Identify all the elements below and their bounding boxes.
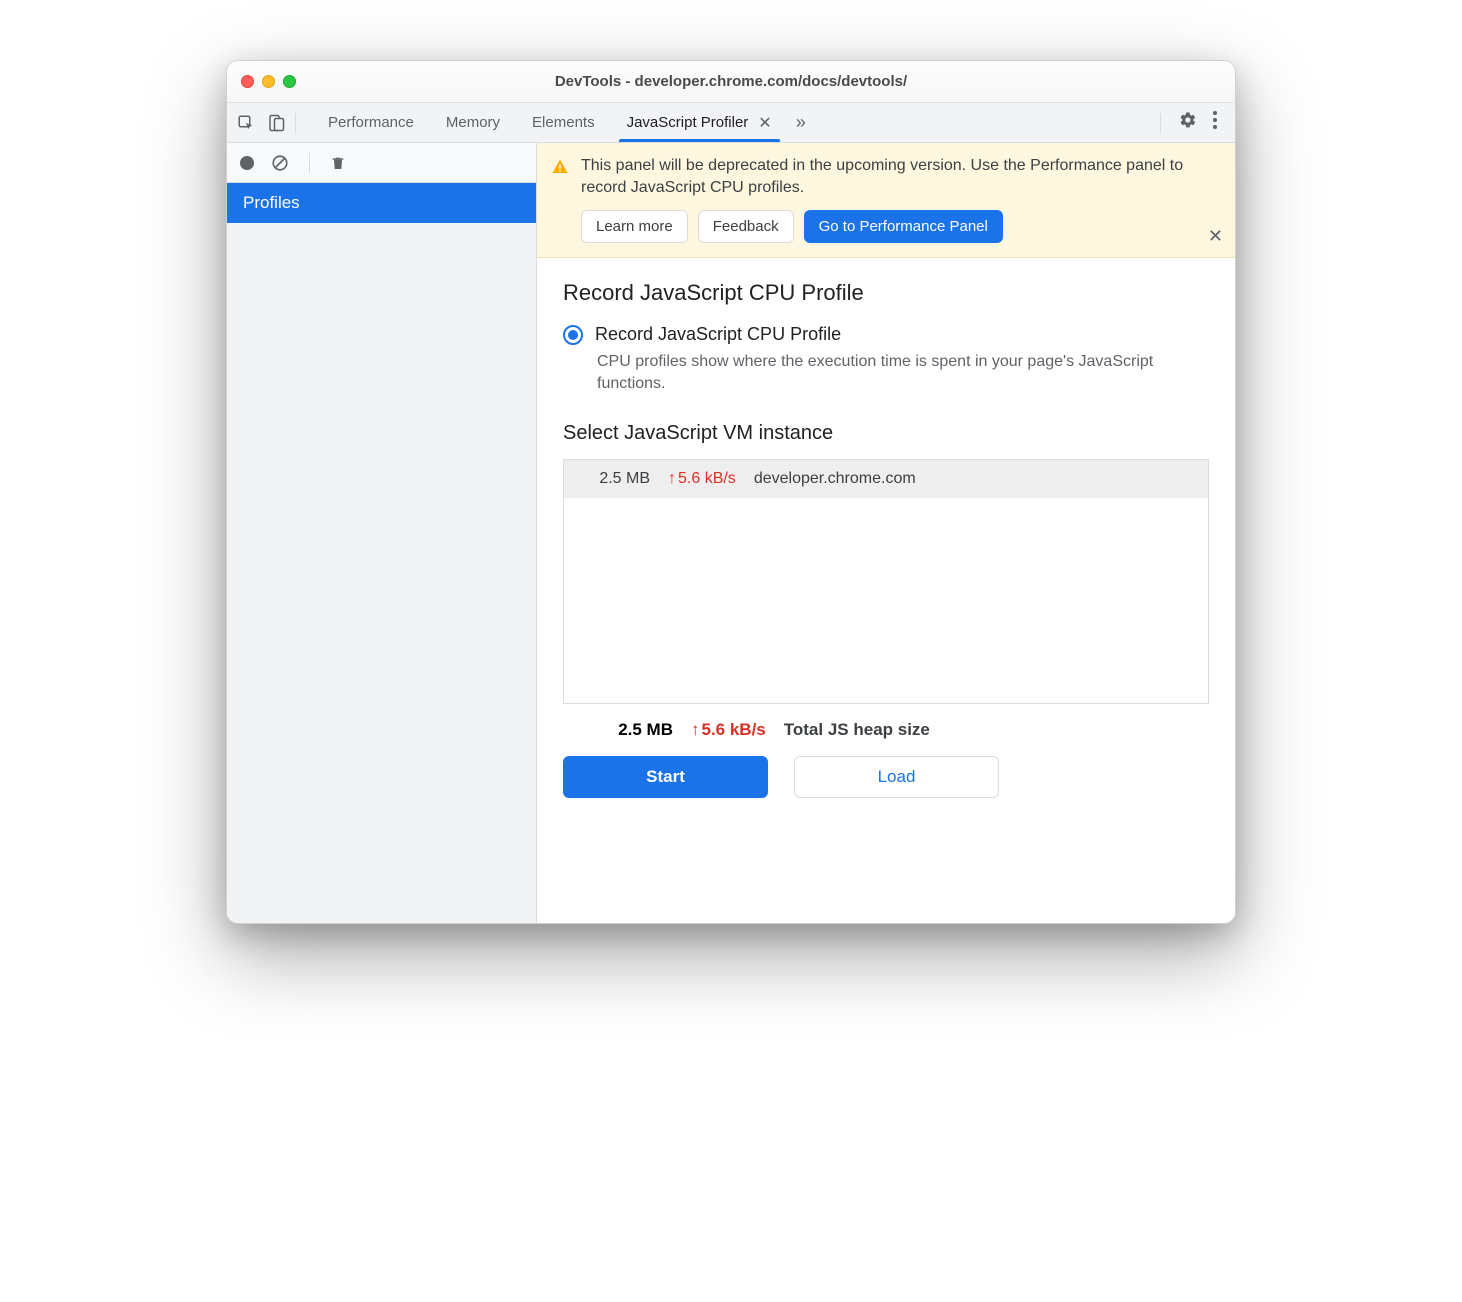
settings-icon[interactable]	[1171, 111, 1205, 134]
vm-host: developer.chrome.com	[754, 470, 916, 488]
radio-icon	[563, 325, 583, 345]
tabs: Performance Memory Elements JavaScript P…	[312, 103, 788, 142]
devtools-window: DevTools - developer.chrome.com/docs/dev…	[226, 60, 1236, 924]
minimize-window-button[interactable]	[262, 75, 275, 88]
content-area: Profiles This panel will be deprecated i…	[227, 143, 1235, 923]
sidebar-item-label: Profiles	[243, 193, 300, 212]
vm-heap-rate: ↑5.6 kB/s	[668, 470, 736, 488]
more-tabs-icon[interactable]: »	[796, 112, 806, 133]
start-button[interactable]: Start	[563, 756, 768, 798]
vm-instance-row[interactable]: 2.5 MB ↑5.6 kB/s developer.chrome.com	[564, 460, 1208, 498]
feedback-button[interactable]: Feedback	[698, 210, 794, 243]
vm-heap-size: 2.5 MB	[580, 470, 650, 488]
sidebar-toolbar	[227, 143, 536, 183]
tab-javascript-profiler[interactable]: JavaScript Profiler ✕	[611, 103, 788, 142]
sidebar: Profiles	[227, 143, 537, 923]
separator	[295, 113, 296, 133]
total-heap-label: Total JS heap size	[784, 720, 930, 740]
goto-performance-button[interactable]: Go to Performance Panel	[804, 210, 1003, 243]
titlebar: DevTools - developer.chrome.com/docs/dev…	[227, 61, 1235, 103]
radio-label: Record JavaScript CPU Profile	[595, 324, 841, 345]
clear-icon[interactable]	[271, 154, 289, 172]
banner-message: This panel will be deprecated in the upc…	[581, 155, 1195, 198]
load-button[interactable]: Load	[794, 756, 999, 798]
warning-icon	[551, 158, 569, 176]
tab-memory[interactable]: Memory	[430, 103, 516, 142]
vm-heading: Select JavaScript VM instance	[563, 422, 1209, 445]
close-window-button[interactable]	[241, 75, 254, 88]
separator	[1160, 113, 1161, 133]
up-arrow-icon: ↑	[668, 470, 676, 488]
window-title: DevTools - developer.chrome.com/docs/dev…	[227, 73, 1235, 90]
profile-type-radio[interactable]: Record JavaScript CPU Profile	[563, 324, 1209, 345]
deprecation-banner: This panel will be deprecated in the upc…	[537, 143, 1235, 258]
main-panel: This panel will be deprecated in the upc…	[537, 143, 1235, 923]
zoom-window-button[interactable]	[283, 75, 296, 88]
more-options-icon[interactable]	[1205, 111, 1225, 134]
close-tab-icon[interactable]: ✕	[758, 113, 771, 133]
record-icon[interactable]	[239, 155, 255, 171]
delete-icon[interactable]	[330, 154, 346, 172]
tab-bar: Performance Memory Elements JavaScript P…	[227, 103, 1235, 143]
learn-more-button[interactable]: Learn more	[581, 210, 688, 243]
panel-body: Record JavaScript CPU Profile Record Jav…	[537, 258, 1235, 923]
up-arrow-icon: ↑	[691, 720, 700, 740]
total-heap-size: 2.5 MB	[603, 720, 673, 740]
tab-elements[interactable]: Elements	[516, 103, 611, 142]
separator	[309, 153, 310, 173]
device-toggle-icon[interactable]	[267, 114, 285, 132]
sidebar-item-profiles[interactable]: Profiles	[227, 183, 536, 223]
total-heap-rate: ↑5.6 kB/s	[691, 720, 766, 740]
window-controls	[241, 75, 296, 88]
profile-type-description: CPU profiles show where the execution ti…	[597, 351, 1209, 394]
panel-heading: Record JavaScript CPU Profile	[563, 280, 1209, 306]
tab-performance[interactable]: Performance	[312, 103, 430, 142]
inspect-element-icon[interactable]	[237, 114, 255, 132]
vm-instance-list: 2.5 MB ↑5.6 kB/s developer.chrome.com	[563, 459, 1209, 704]
close-banner-icon[interactable]: ✕	[1208, 226, 1223, 247]
heap-totals: 2.5 MB ↑5.6 kB/s Total JS heap size	[563, 704, 1209, 756]
action-row: Start Load	[563, 756, 1209, 806]
